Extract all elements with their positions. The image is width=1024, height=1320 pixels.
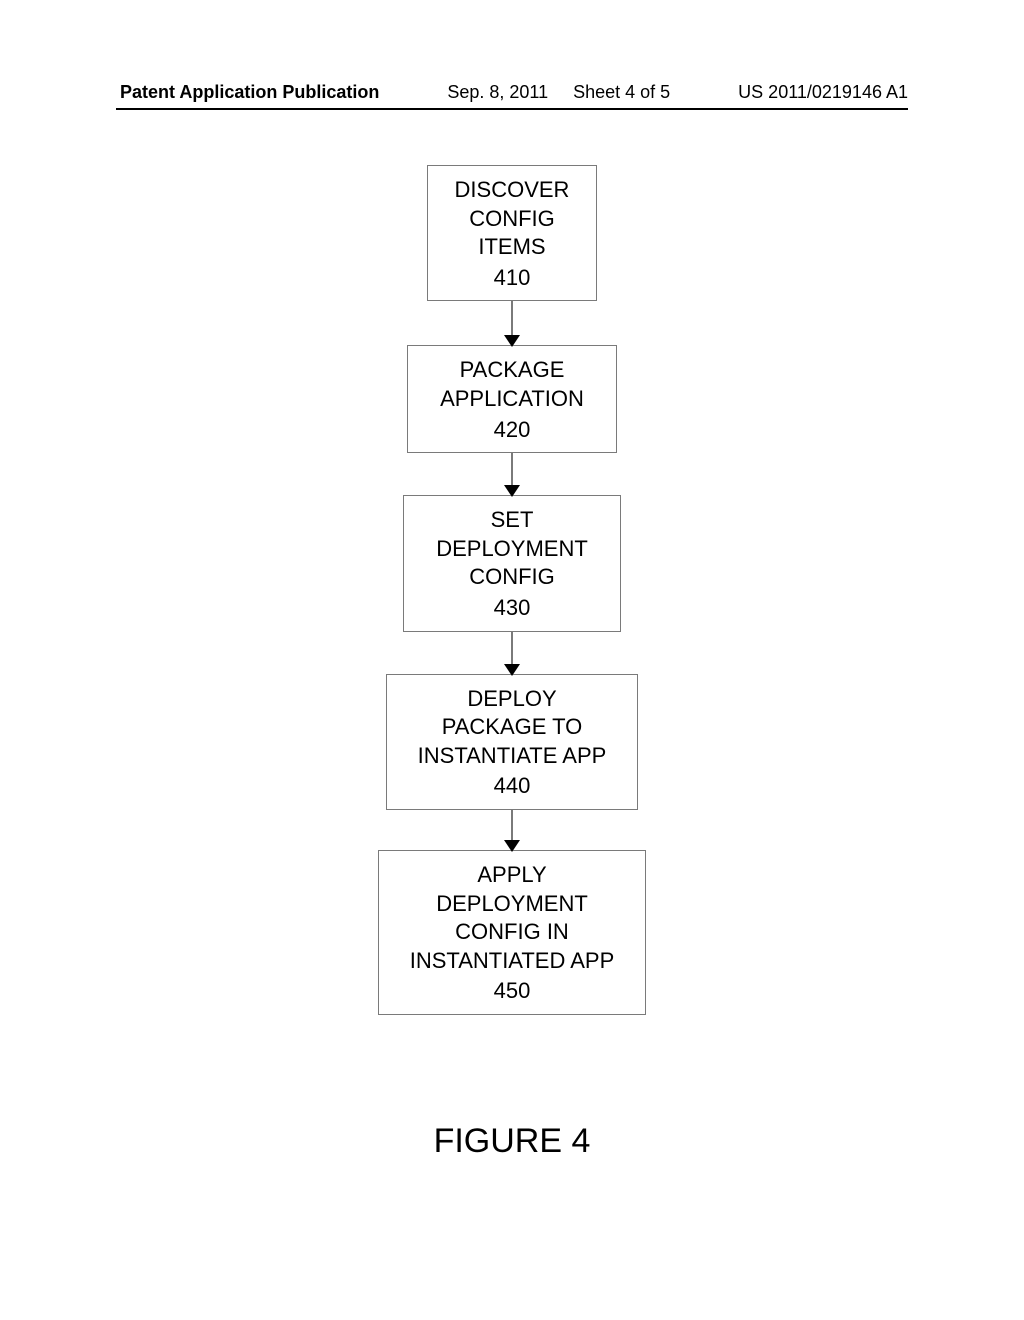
node-line: DEPLOYMENT [418, 535, 606, 564]
node-line: DISCOVER [442, 176, 582, 205]
header-right: US 2011/0219146 A1 [738, 82, 908, 103]
page-header: Patent Application Publication Sep. 8, 2… [0, 82, 1024, 103]
node-line: CONFIG [442, 205, 582, 234]
flowchart: DISCOVER CONFIG ITEMS 410 PACKAGE APPLIC… [0, 165, 1024, 1015]
node-line: SET [418, 506, 606, 535]
node-line: DEPLOY [401, 685, 623, 714]
header-sheet: Sheet 4 of 5 [573, 82, 670, 102]
flow-node-430: SET DEPLOYMENT CONFIG 430 [403, 495, 621, 631]
node-line: INSTANTIATED APP [393, 947, 631, 976]
header-mid: Sep. 8, 2011 Sheet 4 of 5 [447, 82, 670, 103]
header-rule [116, 108, 908, 110]
flow-arrow [511, 301, 513, 345]
node-line: APPLY [393, 861, 631, 890]
header-date: Sep. 8, 2011 [447, 82, 548, 102]
flow-arrow [511, 632, 513, 674]
flow-node-440: DEPLOY PACKAGE TO INSTANTIATE APP 440 [386, 674, 638, 810]
node-ref: 420 [422, 416, 602, 445]
figure-label: FIGURE 4 [0, 1122, 1024, 1161]
node-ref: 430 [418, 594, 606, 623]
flow-arrow [511, 453, 513, 495]
node-line: CONFIG [418, 563, 606, 592]
node-line: DEPLOYMENT [393, 890, 631, 919]
header-left: Patent Application Publication [120, 82, 379, 103]
flow-arrow [511, 810, 513, 850]
flow-node-420: PACKAGE APPLICATION 420 [407, 345, 617, 453]
page: Patent Application Publication Sep. 8, 2… [0, 0, 1024, 1320]
flow-node-410: DISCOVER CONFIG ITEMS 410 [427, 165, 597, 301]
node-ref: 410 [442, 264, 582, 293]
node-ref: 440 [401, 772, 623, 801]
node-line: PACKAGE TO [401, 713, 623, 742]
flow-node-450: APPLY DEPLOYMENT CONFIG IN INSTANTIATED … [378, 850, 646, 1015]
node-line: PACKAGE [422, 356, 602, 385]
node-line: INSTANTIATE APP [401, 742, 623, 771]
node-line: CONFIG IN [393, 918, 631, 947]
node-line: ITEMS [442, 233, 582, 262]
node-line: APPLICATION [422, 385, 602, 414]
node-ref: 450 [393, 977, 631, 1006]
